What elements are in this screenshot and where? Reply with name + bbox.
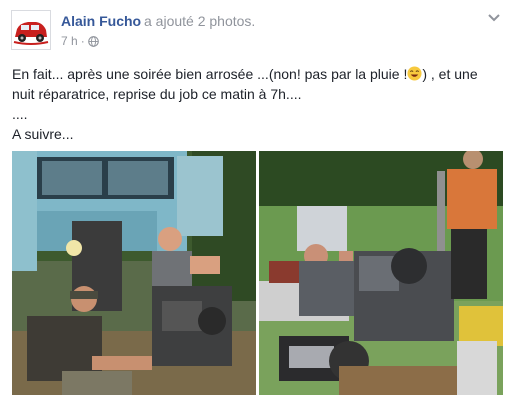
facebook-post: Alain Fucho a ajouté 2 photos. 7 h · En …: [0, 0, 507, 415]
post-meta: 7 h ·: [61, 34, 99, 48]
post-text-line2: ....: [12, 106, 28, 122]
author-avatar[interactable]: [11, 10, 51, 50]
post-time[interactable]: 7 h: [61, 34, 78, 48]
post-text-line3: A suivre...: [12, 126, 74, 142]
post-text-line1: En fait... après une soirée bien arrosée…: [12, 66, 478, 102]
author-name[interactable]: Alain Fucho: [61, 13, 141, 29]
photo-citroen-engine-workers[interactable]: [12, 151, 256, 395]
chevron-down-icon: [488, 14, 500, 22]
photo-image: [12, 151, 256, 395]
globe-icon[interactable]: [87, 35, 99, 47]
post-action: a ajouté 2 photos.: [144, 13, 256, 29]
meta-separator: ·: [80, 34, 85, 48]
photo-image: [259, 151, 503, 395]
post-options-button[interactable]: [484, 10, 504, 26]
red-car-logo-icon: [12, 11, 50, 49]
photo-engine-on-pallet[interactable]: [259, 151, 503, 395]
laughing-emoji-icon: [407, 66, 422, 81]
post-text: En fait... après une soirée bien arrosée…: [12, 64, 498, 144]
